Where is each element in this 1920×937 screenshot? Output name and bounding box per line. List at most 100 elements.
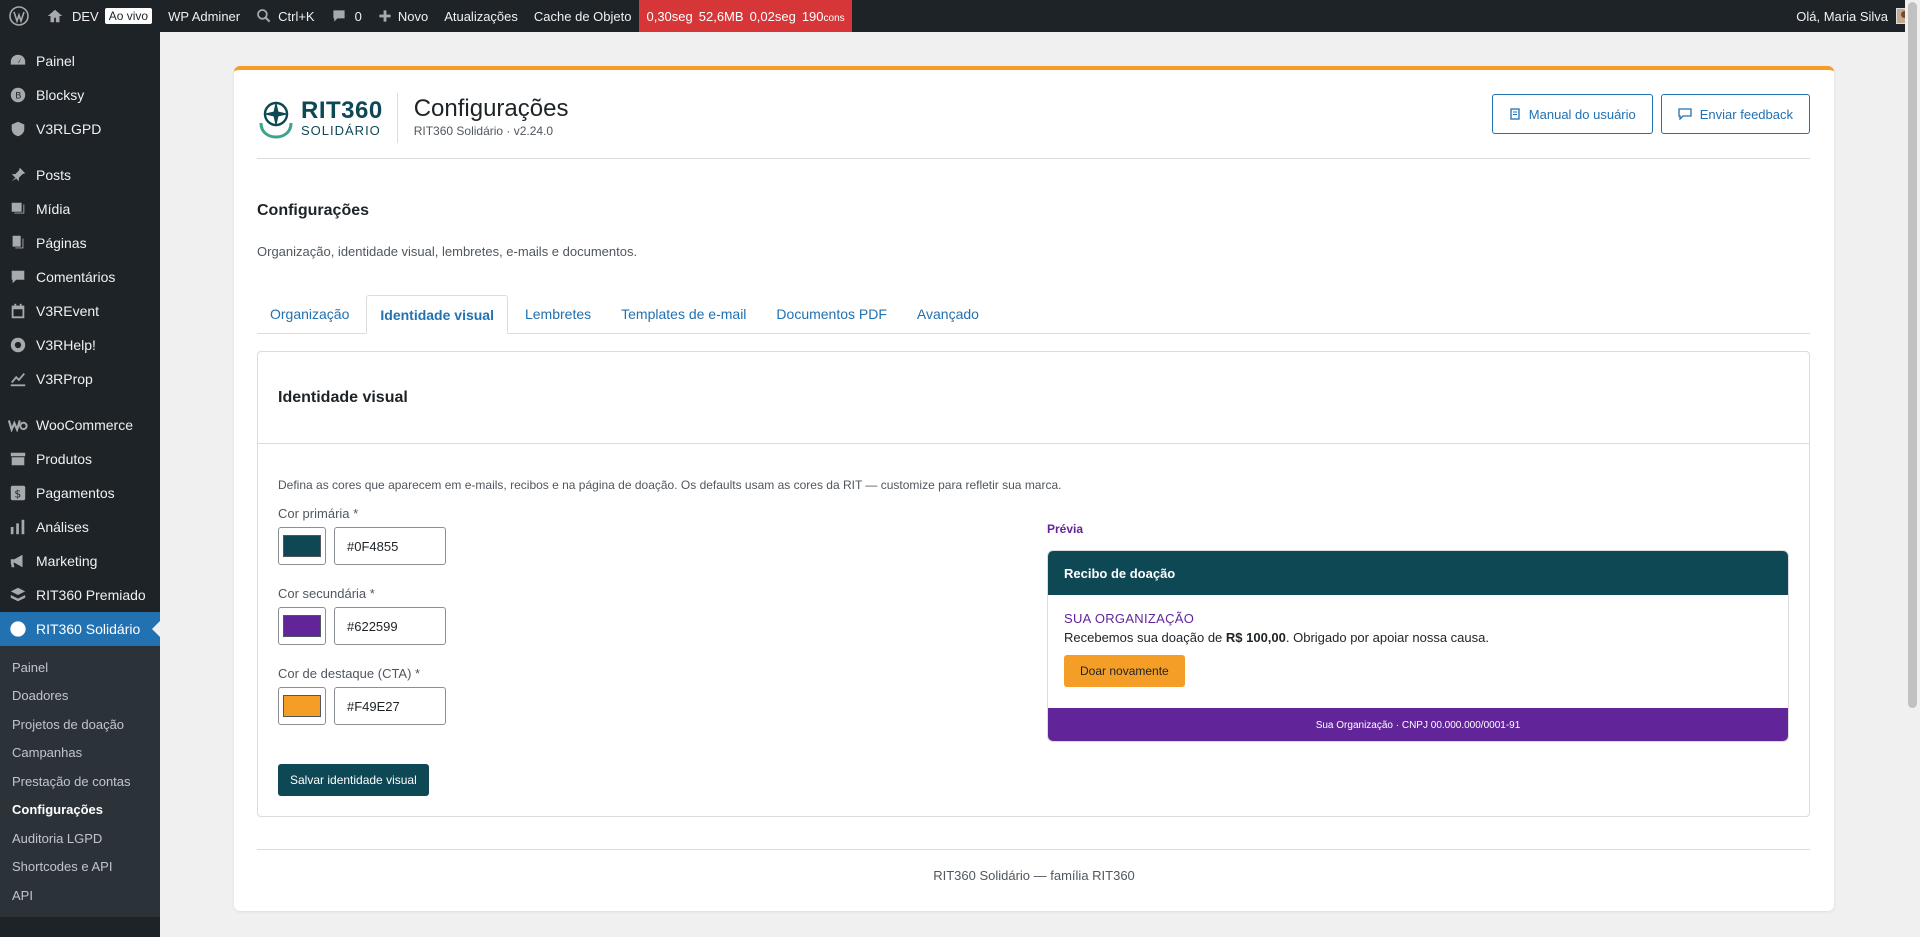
object-cache-link[interactable]: Cache de Objeto [526,0,640,32]
dashboard-icon [8,51,28,71]
sidebar-item-blocksy[interactable]: B Blocksy [0,78,160,112]
sidebar-item-painel[interactable]: Painel [0,44,160,78]
submenu-item-auditoria[interactable]: Auditoria LGPD [0,824,160,853]
tab-lembretes[interactable]: Lembretes [512,295,604,333]
secondary-color-picker[interactable] [278,607,326,645]
preview-label: Prévia [1047,522,1084,536]
comments-count: 0 [354,8,362,24]
sidebar-submenu: Painel Doadores Projetos de doação Campa… [0,646,160,917]
updates-link[interactable]: Atualizações [436,0,526,32]
sidebar-item-v3revent[interactable]: V3REvent [0,294,160,328]
plus-icon [379,10,391,22]
sidebar-item-marketing[interactable]: Marketing [0,544,160,578]
submenu-item-campanhas[interactable]: Campanhas [0,739,160,768]
tab-organizacao[interactable]: Organização [257,295,362,333]
preview-text-before: Recebemos sua doação de [1064,630,1226,645]
panel-description: Defina as cores que aparecem em e-mails,… [278,478,1062,492]
primary-color-label: Cor primária * [278,506,359,521]
page-description: Organização, identidade visual, lembrete… [257,244,638,259]
sidebar-item-label: Comentários [36,269,116,285]
submenu-item-configuracoes[interactable]: Configurações [0,796,160,825]
submenu-item-api[interactable]: API [0,881,160,910]
new-label: Novo [397,8,429,24]
sidebar-item-label: RIT360 Solidário [36,621,141,637]
preview-text-after: . Obrigado por apoiar nossa causa. [1285,630,1489,645]
perf-memory: 52,6MB [698,8,744,24]
submenu-item-doadores[interactable]: Doadores [0,682,160,711]
tab-identidade-visual[interactable]: Identidade visual [366,295,508,334]
scrollbar-thumb[interactable] [1908,2,1917,708]
sidebar-item-comentarios[interactable]: Comentários [0,260,160,294]
secondary-color-field: Cor secundária * #622599 [278,586,446,645]
sidebar-item-v3rprop[interactable]: V3RProp [0,362,160,396]
sidebar-item-rit360-premiado[interactable]: RIT360 Premiado [0,578,160,612]
comment-icon [8,267,28,287]
sidebar-item-woocommerce[interactable]: WooCommerce [0,408,160,442]
help-icon [8,335,28,355]
sidebar-item-posts[interactable]: Posts [0,158,160,192]
search-icon [257,9,271,23]
tab-avancado[interactable]: Avançado [904,295,992,333]
shortcut-label: Ctrl+K [278,8,315,24]
live-badge: Ao vivo [104,8,153,24]
plugin-logo: RIT360 SOLIDÁRIO [257,93,398,143]
sidebar-item-label: V3RLGPD [36,121,102,137]
admin-sidebar: Painel B Blocksy V3RLGPD Posts Mídia Pág… [0,32,160,937]
command-palette-button[interactable]: Ctrl+K [248,0,322,32]
comments-link[interactable]: 0 [323,0,370,32]
svg-text:B: B [15,92,21,102]
plugin-title: Configurações [413,95,569,122]
archive-icon [8,449,28,469]
sidebar-item-label: Pagamentos [36,485,115,501]
sidebar-item-v3rlgpd[interactable]: V3RLGPD [0,112,160,146]
sidebar-item-analises[interactable]: Análises [0,510,160,544]
submenu-item-shortcodes[interactable]: Shortcodes e API [0,853,160,882]
visual-identity-panel: Identidade visual Defina as cores que ap… [257,351,1810,817]
wordpress-logo-icon[interactable] [0,0,38,32]
submenu-item-painel[interactable]: Painel [0,653,160,682]
accent-color-field: Cor de destaque (CTA) * #F49E27 [278,666,446,725]
sidebar-item-label: Posts [36,167,72,183]
site-name-menu[interactable]: DEV Ao vivo [38,0,160,32]
accent-color-label: Cor de destaque (CTA) * [278,666,421,681]
greeting: Olá, Maria Silva [1796,8,1888,24]
preview-amount: R$ 100,00 [1225,630,1286,645]
sidebar-item-produtos[interactable]: Produtos [0,442,160,476]
primary-color-swatch [283,535,321,557]
sidebar-item-paginas[interactable]: Páginas [0,226,160,260]
submenu-item-projetos[interactable]: Projetos de doação [0,710,160,739]
comment-icon [332,10,345,22]
submenu-item-prestacao[interactable]: Prestação de contas [0,767,160,796]
preview-footer: Sua Organização · CNPJ 00.000.000/0001-9… [1048,708,1788,741]
compass-logo-icon [259,101,293,139]
megaphone-icon [8,551,28,571]
primary-color-field: Cor primária * #0F4855 [278,506,446,565]
page-scrollbar[interactable] [1905,0,1920,937]
admin-bar: DEV Ao vivo WP Adminer Ctrl+K 0 Novo Atu… [0,0,1920,32]
account-menu[interactable]: Olá, Maria Silva [1796,8,1920,24]
accent-color-input[interactable]: #F49E27 [334,687,446,725]
sidebar-item-pagamentos[interactable]: $ Pagamentos [0,476,160,510]
sidebar-item-rit360-solidario[interactable]: RIT360 Solidário [0,612,160,646]
sidebar-item-v3rhelp[interactable]: V3RHelp! [0,328,160,362]
feedback-button[interactable]: Enviar feedback [1660,94,1810,134]
bar-chart-icon [8,517,28,537]
tab-templates-email[interactable]: Templates de e-mail [608,295,759,333]
dollar-icon: $ [8,483,28,503]
sidebar-item-midia[interactable]: Mídia [0,192,160,226]
new-content-menu[interactable]: Novo [370,0,436,32]
plugin-footer: RIT360 Solidário — família RIT360 [933,868,1135,883]
wp-adminer-link[interactable]: WP Adminer [160,0,248,32]
save-visual-identity-button[interactable]: Salvar identidade visual [278,764,429,796]
pin-icon [8,165,28,185]
accent-color-picker[interactable] [278,687,326,725]
secondary-color-input[interactable]: #622599 [334,607,446,645]
preview-cta-button: Doar novamente [1064,655,1185,687]
tab-documentos-pdf[interactable]: Documentos PDF [763,295,899,333]
primary-color-input[interactable]: #0F4855 [334,527,446,565]
primary-color-picker[interactable] [278,527,326,565]
query-monitor-stats[interactable]: 0,30seg 52,6MB 0,02seg 190cons [639,0,852,32]
manual-button[interactable]: Manual do usuário [1491,94,1653,134]
pages-icon [8,233,28,253]
accent-color-swatch [283,695,321,717]
